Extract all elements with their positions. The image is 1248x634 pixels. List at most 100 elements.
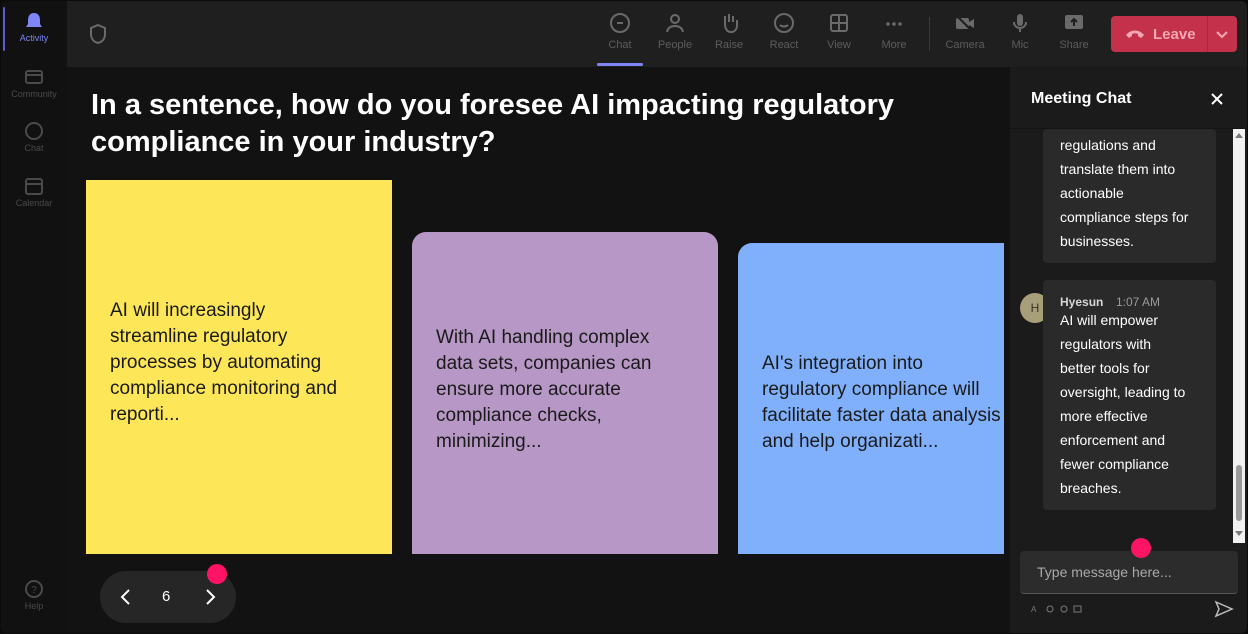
chat-scrollbar[interactable] <box>1233 129 1245 543</box>
rail-item-chat[interactable]: Chat <box>1 121 67 153</box>
chat-button-label: Chat <box>608 39 632 51</box>
chat-button[interactable]: Chat <box>595 11 645 51</box>
react-button[interactable]: React <box>759 11 809 51</box>
message-line: actionable <box>1060 185 1124 201</box>
response-card[interactable]: AI will increasingly streamline regulato… <box>86 180 392 554</box>
emoji-icon <box>774 13 794 33</box>
rail-item-label: Chat <box>24 143 44 153</box>
mic-button[interactable]: Mic <box>995 11 1045 51</box>
meeting-chat-panel: Meeting Chat regulations and translate t… <box>1010 67 1247 633</box>
formatting-icons[interactable]: A <box>1031 604 1091 614</box>
message-line: businesses. <box>1060 233 1134 249</box>
presentation-stage: In a sentence, how do you foresee AI imp… <box>67 67 1010 633</box>
bell-icon <box>26 13 42 27</box>
help-icon: ? <box>25 580 43 598</box>
mic-icon <box>1013 14 1027 32</box>
rail-item-activity[interactable]: Activity <box>1 11 67 43</box>
card-line: minimizing... <box>436 431 542 452</box>
page-number: 6 <box>162 588 171 605</box>
question-line: compliance in your industry? <box>91 126 496 158</box>
rail-item-label: Activity <box>19 33 49 43</box>
more-button-label: More <box>881 39 907 51</box>
message-input-placeholder: Type message here... <box>1037 564 1172 580</box>
left-rail: Activity Community Chat Calendar ? Help <box>1 1 67 633</box>
chat-message: regulations and translate them into acti… <box>1043 129 1216 263</box>
message-line: translate them into <box>1060 161 1176 177</box>
chevron-left-icon[interactable] <box>116 587 136 607</box>
phone-hangup-icon <box>1126 30 1144 38</box>
mic-button-label: Mic <box>1011 39 1029 51</box>
response-card[interactable]: With AI handling complex data sets, comp… <box>412 232 718 554</box>
card-text: With AI handling complex data sets, comp… <box>436 325 651 455</box>
notification-dot <box>1131 538 1151 558</box>
hand-icon <box>724 14 738 34</box>
card-line: and help organizati... <box>762 431 939 452</box>
people-button[interactable]: People <box>650 11 700 51</box>
scroll-up-arrow-icon[interactable] <box>1235 133 1243 138</box>
share-screen-icon <box>1065 15 1083 29</box>
question-line: In a sentence, how do you foresee AI imp… <box>91 89 895 121</box>
rail-item-help[interactable]: ? Help <box>1 579 67 611</box>
meeting-window: Activity Community Chat Calendar ? Help … <box>1 1 1247 633</box>
send-icon[interactable] <box>1214 600 1234 618</box>
card-line: compliance checks, <box>436 405 602 426</box>
raise-button-label: Raise <box>714 39 744 51</box>
response-card[interactable]: AI's integration into regulatory complia… <box>738 243 1004 554</box>
toolbar-divider <box>929 17 930 51</box>
calendar-icon <box>25 178 43 195</box>
more-button[interactable]: More <box>869 11 919 51</box>
message-input[interactable]: Type message here... <box>1020 551 1238 594</box>
chevron-down-icon[interactable] <box>1215 28 1229 40</box>
raise-hand-button[interactable]: Raise <box>704 11 754 51</box>
svg-text:?: ? <box>31 585 37 596</box>
card-line: facilitate faster data analysis <box>762 405 1001 426</box>
rail-item-calendar[interactable]: Calendar <box>1 176 67 208</box>
notification-dot <box>207 564 227 584</box>
card-line: With AI handling complex <box>436 327 650 348</box>
scrollbar-thumb[interactable] <box>1236 465 1242 521</box>
message-line: regulations and <box>1060 137 1156 153</box>
card-text: AI will increasingly streamline regulato… <box>110 298 337 428</box>
rail-item-community[interactable]: Community <box>1 67 67 99</box>
card-line: ensure more accurate <box>436 379 621 400</box>
svg-text:A: A <box>1031 605 1037 614</box>
chat-icon <box>25 122 43 140</box>
chat-message: Hyesun 1:07 AM AI will empower regulator… <box>1043 280 1216 510</box>
card-line: regulatory compliance will <box>762 379 980 400</box>
chevron-right-icon[interactable] <box>200 587 220 607</box>
rail-item-label: Help <box>24 601 44 611</box>
camera-button-label: Camera <box>945 39 985 51</box>
message-line: more effective <box>1060 408 1148 424</box>
close-icon[interactable] <box>1209 91 1225 107</box>
card-line: AI will increasingly <box>110 300 266 321</box>
message-line: AI will empower <box>1060 312 1159 328</box>
camera-button[interactable]: Camera <box>940 11 990 51</box>
message-body: AI will empower regulators with better t… <box>1060 308 1185 500</box>
chat-icon <box>610 13 630 33</box>
leave-button-label: Leave <box>1153 26 1196 43</box>
scroll-down-arrow-icon[interactable] <box>1235 531 1243 536</box>
card-line: processes by automating <box>110 352 322 373</box>
message-line: fewer compliance <box>1060 456 1169 472</box>
view-button-label: View <box>827 39 851 51</box>
grid-icon <box>830 14 848 32</box>
people-button-label: People <box>657 39 693 51</box>
card-line: data sets, companies can <box>436 353 652 374</box>
share-button-label: Share <box>1059 39 1089 51</box>
shield-icon[interactable] <box>87 23 109 45</box>
leave-button[interactable]: Leave <box>1111 16 1237 52</box>
view-button[interactable]: View <box>814 11 864 51</box>
rail-item-label: Calendar <box>15 198 53 208</box>
message-line: compliance steps for <box>1060 209 1189 225</box>
message-line: enforcement and <box>1060 432 1166 448</box>
more-icon <box>886 22 902 26</box>
react-button-label: React <box>769 39 799 51</box>
question-title: In a sentence, how do you foresee AI imp… <box>91 87 971 161</box>
active-tab-indicator <box>597 63 643 66</box>
meeting-toolbar: Chat People Raise React View More Camera <box>67 1 1247 67</box>
leave-divider <box>1207 16 1208 52</box>
card-line: compliance monitoring and <box>110 378 338 399</box>
share-button[interactable]: Share <box>1049 11 1099 51</box>
message-line: breaches. <box>1060 480 1122 496</box>
chat-title: Meeting Chat <box>1031 90 1132 107</box>
